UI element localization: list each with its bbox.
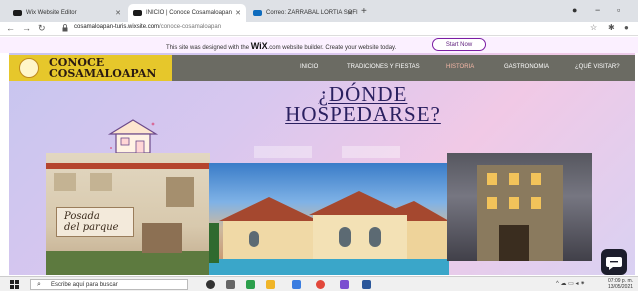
search-placeholder: Escribe aquí para buscar <box>51 281 118 288</box>
wix-banner: This site was designed with the WiX.com … <box>0 37 638 53</box>
menu-item-gastronomia[interactable]: GASTRONOMIA <box>504 64 549 70</box>
system-tray-icons[interactable]: ^ ☁ ▭ ◂ ⁕ <box>556 280 596 289</box>
background-image-strip <box>342 146 400 158</box>
tab-correo[interactable]: Correo: ZARRABAL LORTIA SOFI ✕ <box>248 4 358 22</box>
file-explorer-icon[interactable] <box>266 280 275 289</box>
close-tab-icon[interactable]: ✕ <box>235 9 241 17</box>
outlook-favicon-icon <box>253 10 262 16</box>
tab-label: Correo: ZARRABAL LORTIA SOFI <box>266 10 358 16</box>
clock[interactable]: 07:09 p. m. 13/05/2021 <box>608 278 633 290</box>
hotel-sign-line-2: del parque <box>64 222 119 233</box>
address-bar: ← → ↻ cosamaloapan-turis.wixsite.com/con… <box>0 22 638 36</box>
url-host: cosamaloapan-turis.wixsite.com <box>74 24 160 30</box>
menu-item-que-visitar[interactable]: ¿QUÉ VISITAR? <box>575 64 620 70</box>
chat-button[interactable] <box>601 249 627 275</box>
forward-arrow-icon[interactable]: → <box>22 23 31 33</box>
wix-favicon-icon <box>133 10 142 16</box>
hotel-photo-night[interactable] <box>447 153 592 261</box>
brand-line-2: COSAMALOAPAN <box>49 67 157 80</box>
tab-label: Wix Website Editor <box>26 10 77 16</box>
extensions-icon[interactable]: ✱ <box>608 23 615 32</box>
banner-text-before: This site was designed with the <box>166 45 251 51</box>
brand-title: CONOCE COSAMALOAPAN <box>49 57 156 79</box>
profile-icon[interactable]: ● <box>572 5 577 15</box>
banner-text-after: .com website builder. Create your websit… <box>267 45 397 51</box>
minimize-icon[interactable]: − <box>595 5 600 15</box>
taskbar-app-icon[interactable] <box>246 280 255 289</box>
page-title: ¿DÓNDE HOSPEDARSE? <box>281 82 445 126</box>
title-line-1: ¿DÓNDE <box>318 82 408 106</box>
windows-taskbar: ⌕ Escribe aquí para buscar ^ ☁ ▭ ◂ ⁕ 07:… <box>0 276 638 291</box>
chrome-icon[interactable] <box>316 280 325 289</box>
wix-favicon-icon <box>13 10 22 16</box>
wix-logo: WiX <box>250 41 268 51</box>
taskbar-search-box[interactable]: ⌕ Escribe aquí para buscar <box>30 279 188 290</box>
maximize-icon[interactable]: ▫ <box>617 5 620 15</box>
hotel-photo-resort[interactable] <box>209 163 449 275</box>
background-image-strip <box>254 146 312 158</box>
hotel-photo-posada[interactable]: Posada del parque <box>46 153 210 275</box>
chat-bubble-icon <box>606 257 622 270</box>
site-brand[interactable]: CONOCE COSAMALOAPAN <box>9 55 172 81</box>
new-tab-button[interactable]: + <box>361 6 367 17</box>
avatar[interactable]: ● <box>624 23 629 32</box>
reload-icon[interactable]: ↻ <box>38 23 46 34</box>
cortana-icon[interactable] <box>206 280 215 289</box>
hotel-sign: Posada del parque <box>56 207 134 237</box>
browser-tab-bar: Wix Website Editor ✕ INICIO | Conoce Cos… <box>0 0 638 22</box>
site-header: CONOCE COSAMALOAPAN INICIO TRADICIONES Y… <box>9 55 635 81</box>
start-now-button[interactable]: Start Now <box>432 38 486 51</box>
crest-logo-icon <box>19 58 39 78</box>
taskbar-app-icon[interactable] <box>340 280 349 289</box>
tab-label: INICIO | Conoce Cosamaloapan <box>146 10 232 16</box>
website-content: CONOCE COSAMALOAPAN INICIO TRADICIONES Y… <box>9 53 635 275</box>
tab-wix-editor[interactable]: Wix Website Editor ✕ <box>8 4 126 22</box>
hotel-sign-line-1: Posada <box>64 211 100 222</box>
lock-icon <box>62 24 68 32</box>
close-tab-icon[interactable]: ✕ <box>115 9 121 17</box>
title-line-2: HOSPEDARSE? <box>285 102 441 126</box>
back-arrow-icon[interactable]: ← <box>6 23 15 33</box>
star-icon[interactable]: ☆ <box>590 23 597 32</box>
menu-item-inicio[interactable]: INICIO <box>300 64 318 70</box>
url-field[interactable]: cosamaloapan-turis.wixsite.com/conoce-co… <box>74 24 221 30</box>
resort-building-illustration <box>209 191 449 275</box>
menu-item-historia[interactable]: HISTORIA <box>446 64 474 70</box>
taskbar-app-icon[interactable] <box>292 280 301 289</box>
close-tab-icon[interactable]: ✕ <box>347 9 353 17</box>
wix-banner-message: This site was designed with the WiX.com … <box>166 41 396 51</box>
url-path: /conoce-cosamaloapan <box>159 24 222 30</box>
night-hotel-illustration <box>477 165 563 261</box>
search-icon: ⌕ <box>37 281 41 288</box>
task-view-icon[interactable] <box>226 280 235 289</box>
house-icon <box>107 119 159 154</box>
word-icon[interactable] <box>362 280 371 289</box>
clock-date: 13/05/2021 <box>608 284 634 290</box>
menu-item-tradiciones[interactable]: TRADICIONES Y FIESTAS <box>347 64 420 70</box>
windows-start-icon[interactable] <box>10 280 19 289</box>
tab-inicio[interactable]: INICIO | Conoce Cosamaloapan ✕ <box>128 4 246 22</box>
